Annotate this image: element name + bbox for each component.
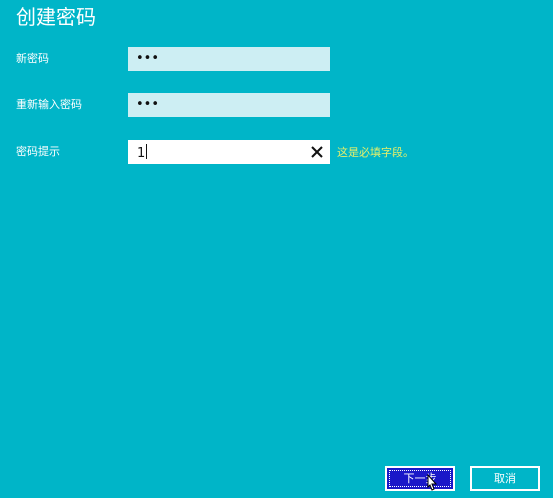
required-field-message: 这是必填字段。 — [337, 146, 414, 159]
password-hint-label: 密码提示 — [16, 145, 60, 158]
cancel-button[interactable]: 取消 — [470, 466, 540, 491]
confirm-password-masked-value: ••• — [136, 97, 160, 112]
new-password-field[interactable]: ••• — [128, 47, 330, 71]
password-hint-value: 1 — [137, 146, 146, 161]
confirm-password-field[interactable]: ••• — [128, 93, 330, 117]
confirm-password-label: 重新输入密码 — [16, 98, 82, 111]
page-title: 创建密码 — [16, 5, 96, 29]
password-hint-field[interactable]: 1 — [128, 140, 330, 164]
password-hint-text: 1 — [137, 144, 148, 162]
new-password-masked-value: ••• — [136, 51, 160, 66]
new-password-label: 新密码 — [16, 52, 49, 65]
close-icon[interactable] — [308, 143, 326, 161]
next-button[interactable]: 下一步 — [385, 466, 455, 491]
text-caret — [146, 144, 148, 159]
